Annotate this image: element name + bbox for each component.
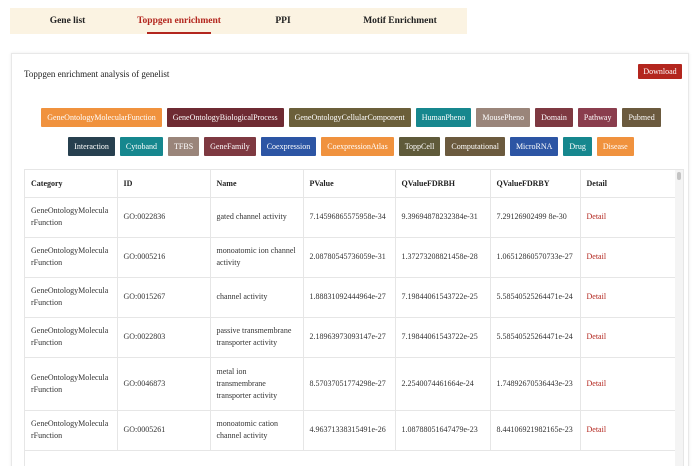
detail-link[interactable]: Detail [580, 197, 676, 238]
header-qvalue-fdr-by[interactable]: QValueFDRBY [490, 170, 581, 198]
cell-category: GeneOntologyMolecularFunction [25, 357, 118, 411]
category-tags: GeneOntologyMolecularFunction GeneOntolo… [12, 108, 690, 166]
tag-pubmed[interactable]: Pubmed [622, 108, 661, 127]
cell-pvalue: 1.88831092444964e-27 [303, 277, 396, 318]
detail-link[interactable]: Detail [580, 237, 676, 278]
cell-qvalue-bh: 1.37273208821458e-28 [395, 237, 491, 278]
cell-qvalue-bh: 1.08788051647479e-23 [395, 410, 491, 451]
tab-ppi[interactable]: PPI [233, 8, 333, 34]
cell-id: GO:0046873 [117, 357, 211, 411]
cell-qvalue-by: 7.29126902499 8e-30 [490, 197, 581, 238]
table-row: GeneOntologyMolecularFunction GO:0046873… [25, 357, 676, 411]
cell-qvalue-bh: 7.19844061543722e-25 [395, 317, 491, 358]
cell-name: metal ion transmembrane transporter acti… [210, 357, 304, 411]
header-pvalue[interactable]: PValue [303, 170, 396, 198]
cell-qvalue-by: 8.44106921982165e-23 [490, 410, 581, 451]
results-table-container: Category ID Name PValue QValueFDRBH QVal… [24, 169, 684, 466]
cell-qvalue-by: 1.74892670536443e-23 [490, 357, 581, 411]
tag-gene-ontology-biological-process[interactable]: GeneOntologyBiologicalProcess [166, 108, 284, 127]
tag-toppcell[interactable]: ToppCell [398, 137, 441, 156]
tag-mouse-pheno[interactable]: MousePheno [476, 108, 531, 127]
tab-motif-enrichment[interactable]: Motif Enrichment [333, 8, 467, 34]
cell-qvalue-bh: 7.19844061543722e-25 [395, 277, 491, 318]
cell-pvalue: 2.18963973093147e-27 [303, 317, 396, 358]
tag-row-2: Interaction Cytoband TFBS GeneFamily Coe… [12, 137, 690, 156]
detail-link[interactable]: Detail [580, 277, 676, 318]
download-button[interactable]: Download [638, 64, 682, 79]
detail-link[interactable]: Detail [580, 410, 676, 451]
tag-pathway[interactable]: Pathway [577, 108, 618, 127]
header-id[interactable]: ID [117, 170, 211, 198]
cell-qvalue-by: 5.58540525264471e-24 [490, 317, 581, 358]
cell-qvalue-by: 5.58540525264471e-24 [490, 277, 581, 318]
header-qvalue-fdr-bh[interactable]: QValueFDRBH [395, 170, 491, 198]
table-row: GeneOntologyMolecularFunction GO:0005216… [25, 237, 676, 278]
cell-name: channel activity [210, 277, 304, 318]
table-row: GeneOntologyMolecularFunction GO:0005261… [25, 410, 676, 451]
panel-title: Toppgen enrichment analysis of genelist [24, 69, 170, 79]
tag-microrna[interactable]: MicroRNA [509, 137, 559, 156]
cell-pvalue: 4.96371338315491e-26 [303, 410, 396, 451]
tab-bar: Gene list Toppgen enrichment PPI Motif E… [10, 8, 467, 34]
results-table: Category ID Name PValue QValueFDRBH QVal… [25, 170, 676, 451]
cell-id: GO:0015267 [117, 277, 211, 318]
cell-id: GO:0022803 [117, 317, 211, 358]
tag-human-pheno[interactable]: HumanPheno [415, 108, 472, 127]
cell-pvalue: 8.57037051774298e-27 [303, 357, 396, 411]
enrichment-panel: Toppgen enrichment analysis of genelist … [11, 53, 689, 466]
detail-link[interactable]: Detail [580, 357, 676, 411]
cell-category: GeneOntologyMolecularFunction [25, 317, 118, 358]
cell-qvalue-bh: 9.39694878232384e-31 [395, 197, 491, 238]
tag-coexpression-atlas[interactable]: CoexpressionAtlas [321, 137, 394, 156]
cell-id: GO:0005261 [117, 410, 211, 451]
cell-qvalue-bh: 2.2540074461664e-24 [395, 357, 491, 411]
cell-name: gated channel activity [210, 197, 304, 238]
tag-disease[interactable]: Disease [596, 137, 634, 156]
table-scrollbar[interactable] [675, 170, 683, 466]
tag-domain[interactable]: Domain [535, 108, 573, 127]
scrollbar-thumb[interactable] [677, 172, 681, 180]
cell-id: GO:0005216 [117, 237, 211, 278]
table-header-row: Category ID Name PValue QValueFDRBH QVal… [25, 170, 676, 198]
cell-pvalue: 2.08780545736059e-31 [303, 237, 396, 278]
cell-category: GeneOntologyMolecularFunction [25, 197, 118, 238]
tag-interaction[interactable]: Interaction [68, 137, 115, 156]
detail-link[interactable]: Detail [580, 317, 676, 358]
cell-id: GO:0022836 [117, 197, 211, 238]
table-row: GeneOntologyMolecularFunction GO:0015267… [25, 277, 676, 318]
tag-drug[interactable]: Drug [563, 137, 592, 156]
tag-tfbs[interactable]: TFBS [168, 137, 200, 156]
header-name[interactable]: Name [210, 170, 304, 198]
cell-name: monoatomic ion channel activity [210, 237, 304, 278]
tab-gene-list[interactable]: Gene list [10, 8, 125, 34]
cell-qvalue-by: 1.06512860570733e-27 [490, 237, 581, 278]
tag-gene-ontology-cellular-component[interactable]: GeneOntologyCellularComponent [288, 108, 411, 127]
table-row: GeneOntologyMolecularFunction GO:0022836… [25, 197, 676, 238]
cell-name: monoatomic cation channel activity [210, 410, 304, 451]
cell-category: GeneOntologyMolecularFunction [25, 410, 118, 451]
tag-row-1: GeneOntologyMolecularFunction GeneOntolo… [12, 108, 690, 127]
header-detail[interactable]: Detail [580, 170, 676, 198]
header-category[interactable]: Category [25, 170, 118, 198]
tab-toppgen-enrichment[interactable]: Toppgen enrichment [125, 8, 233, 34]
tag-cytoband[interactable]: Cytoband [119, 137, 164, 156]
tag-coexpression[interactable]: Coexpression [260, 137, 317, 156]
cell-name: passive transmembrane transporter activi… [210, 317, 304, 358]
tag-gene-family[interactable]: GeneFamily [204, 137, 256, 156]
tag-gene-ontology-molecular-function[interactable]: GeneOntologyMolecularFunction [41, 108, 162, 127]
cell-pvalue: 7.14596865575958e-34 [303, 197, 396, 238]
cell-category: GeneOntologyMolecularFunction [25, 237, 118, 278]
tag-computational[interactable]: Computational [445, 137, 505, 156]
cell-category: GeneOntologyMolecularFunction [25, 277, 118, 318]
table-row: GeneOntologyMolecularFunction GO:0022803… [25, 317, 676, 358]
